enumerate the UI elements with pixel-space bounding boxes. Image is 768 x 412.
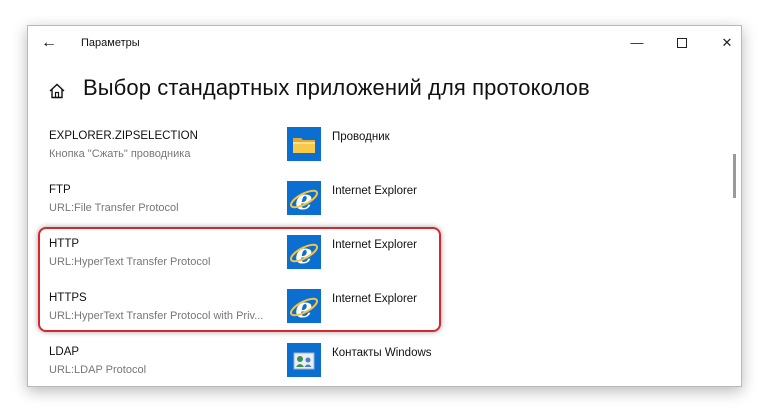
protocol-name: LDAP bbox=[49, 346, 80, 358]
windows-contacts-icon bbox=[287, 343, 321, 377]
minimize-button[interactable]: — bbox=[621, 30, 653, 56]
title-bar: ← Параметры — ✕ bbox=[28, 26, 741, 60]
protocol-description: URL:HyperText Transfer Protocol with Pri… bbox=[49, 310, 264, 322]
protocol-row: FTP URL:File Transfer Protocol e Interne… bbox=[28, 178, 728, 232]
protocol-description: Кнопка "Сжать" проводника bbox=[49, 148, 191, 160]
page-title: Выбор стандартных приложений для протоко… bbox=[83, 75, 590, 100]
protocol-name: FTP bbox=[49, 184, 71, 196]
default-app-button[interactable]: e bbox=[287, 181, 321, 216]
maximize-button[interactable] bbox=[666, 30, 698, 56]
protocol-name: EXPLORER.ZIPSELECTION bbox=[49, 130, 198, 142]
default-app-button[interactable] bbox=[287, 343, 321, 377]
protocol-description: URL:HyperText Transfer Protocol bbox=[49, 256, 211, 268]
default-app-button[interactable]: e bbox=[287, 235, 321, 270]
default-app-button[interactable]: e bbox=[287, 289, 321, 324]
svg-text:e: e bbox=[295, 293, 312, 323]
close-button[interactable]: ✕ bbox=[711, 30, 741, 56]
scrollbar-thumb[interactable] bbox=[733, 154, 736, 198]
maximize-icon bbox=[677, 37, 687, 48]
internet-explorer-icon: e bbox=[287, 181, 321, 216]
protocol-row: EXPLORER.ZIPSELECTION Кнопка "Сжать" про… bbox=[28, 124, 728, 178]
back-button[interactable]: ← bbox=[38, 33, 60, 53]
protocol-description: URL:File Transfer Protocol bbox=[49, 202, 179, 214]
svg-text:e: e bbox=[295, 185, 312, 215]
default-app-button[interactable] bbox=[287, 127, 321, 161]
default-app-name: Контакты Windows bbox=[332, 347, 432, 359]
settings-window: ← Параметры — ✕ Выбор стандартных прилож… bbox=[27, 25, 742, 387]
default-app-name: Internet Explorer bbox=[332, 239, 418, 251]
protocol-row: HTTP URL:HyperText Transfer Protocol e I… bbox=[28, 232, 728, 286]
protocol-description: URL:LDAP Protocol bbox=[49, 364, 147, 376]
svg-text:e: e bbox=[295, 239, 312, 269]
protocol-row: HTTPS URL:HyperText Transfer Protocol wi… bbox=[28, 286, 728, 340]
home-icon[interactable] bbox=[48, 82, 66, 100]
default-app-name: Internet Explorer bbox=[332, 293, 418, 305]
default-app-name: Проводник bbox=[332, 131, 390, 143]
file-explorer-icon bbox=[287, 127, 321, 161]
protocol-name: HTTP bbox=[49, 238, 80, 250]
app-title: Параметры bbox=[81, 37, 140, 49]
protocol-row: LDAP URL:LDAP Protocol Контакты Windows bbox=[28, 340, 728, 386]
internet-explorer-icon: e bbox=[287, 289, 321, 324]
default-app-name: Internet Explorer bbox=[332, 185, 418, 197]
protocol-name: HTTPS bbox=[49, 292, 87, 304]
internet-explorer-icon: e bbox=[287, 235, 321, 270]
